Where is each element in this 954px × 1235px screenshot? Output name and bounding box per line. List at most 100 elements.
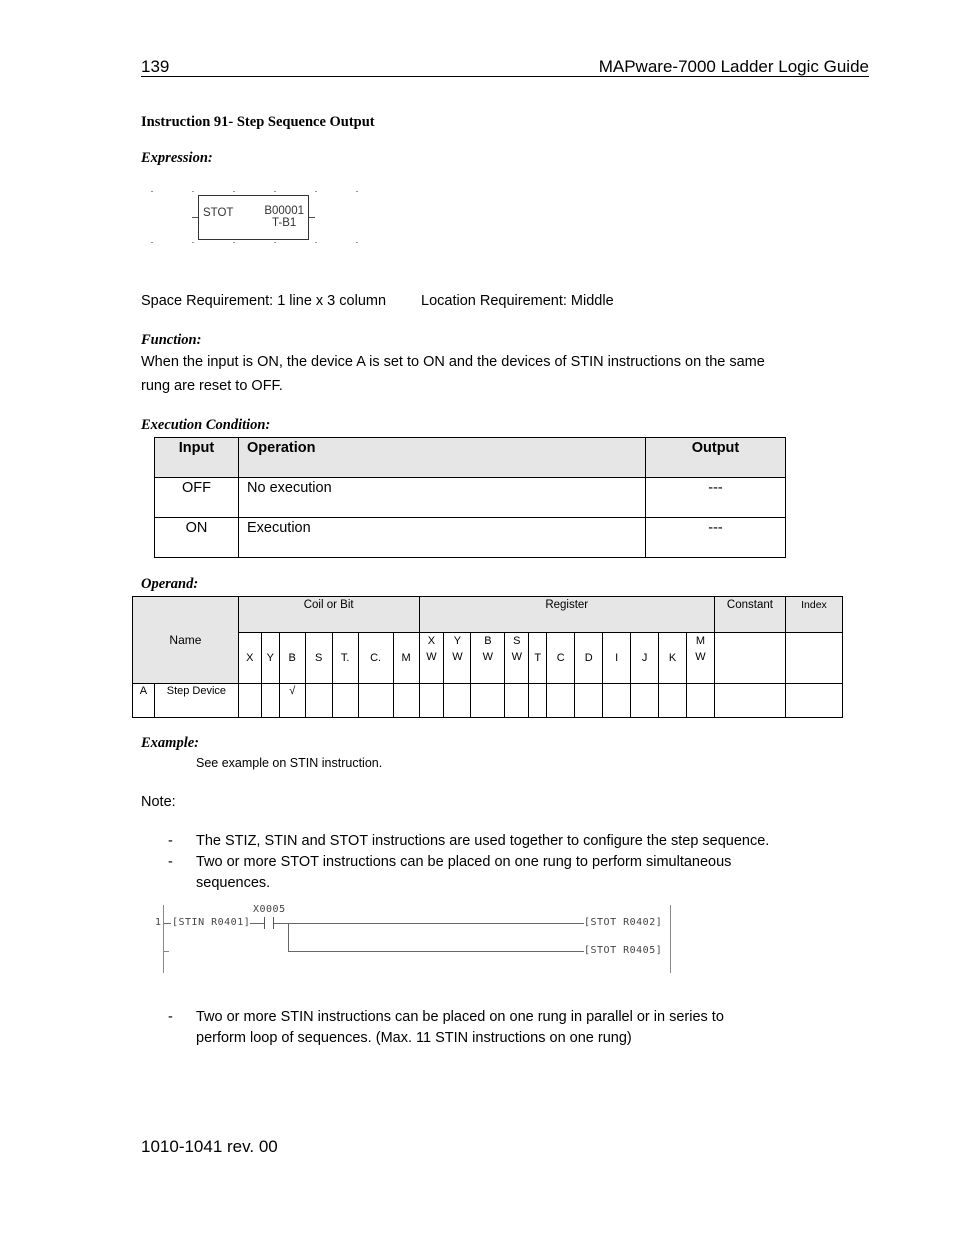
cell-operation: No execution (238, 477, 646, 518)
operand-name: Step Device (153, 683, 239, 718)
col-index (784, 632, 844, 684)
col-reg-c: C (546, 632, 576, 684)
table-row: OFF No execution --- (154, 477, 786, 518)
note-item-2-cont: sequences. (196, 875, 271, 891)
cell-input: OFF (154, 477, 239, 518)
col-j: J (630, 632, 660, 684)
guide-title: MAPware-7000 Ladder Logic Guide (598, 57, 869, 76)
page-number: 139 (141, 57, 170, 76)
header-name: Name (132, 596, 239, 684)
col-reg-t: T (528, 632, 548, 684)
example-label: Example: (141, 735, 199, 751)
cell-xw (418, 683, 445, 718)
header-register: Register (418, 596, 715, 633)
instruction-title: Instruction 91- Step Sequence Output (141, 114, 375, 130)
col-c: C. (357, 632, 394, 684)
bullet-dash: - (168, 854, 173, 870)
cell-t (331, 683, 359, 718)
header-coil-or-bit: Coil or Bit (237, 596, 420, 633)
operand-group-header-row: Name Coil or Bit Register Constant Index (132, 596, 844, 684)
cell-bw (470, 683, 506, 718)
col-xw: XW (418, 632, 445, 684)
note-item-1: The STIZ, STIN and STOT instructions are… (196, 833, 770, 849)
execution-condition-label: Execution Condition: (141, 417, 271, 433)
contact-left-bar (264, 917, 265, 929)
col-s: S (304, 632, 333, 684)
cell-yw (443, 683, 472, 718)
space-requirement: Space Requirement: 1 line x 3 column (141, 293, 387, 309)
left-power-rail (163, 905, 164, 973)
location-requirement: Location Requirement: Middle (421, 293, 614, 309)
operand-table: Name Coil or Bit Register Constant Index… (132, 596, 844, 718)
table-header-row: Input Operation Output (154, 437, 786, 478)
cell-c (357, 683, 394, 718)
cell-s (304, 683, 333, 718)
footer-doc-number: 1010-1041 rev. 00 (141, 1137, 278, 1156)
cell-index (784, 683, 844, 718)
cell-operation: Execution (238, 517, 646, 558)
example-text: See example on STIN instruction. (196, 756, 383, 770)
header-input: Input (154, 437, 239, 478)
operand-label: Operand: (141, 576, 199, 592)
cell-k (658, 683, 688, 718)
cell-reg-t (528, 683, 548, 718)
cell-output: --- (645, 517, 786, 558)
col-m: M (392, 632, 420, 684)
col-k: K (658, 632, 688, 684)
cell-output: --- (645, 477, 786, 518)
operand-id: A (132, 683, 155, 718)
cell-d (574, 683, 604, 718)
header-index: Index (784, 596, 844, 633)
cell-reg-c (546, 683, 576, 718)
cell-i (602, 683, 632, 718)
table-row: A Step Device √ (132, 683, 844, 718)
col-constant (713, 632, 786, 684)
bullet-dash: - (168, 833, 173, 849)
function-text-2: rung are reset to OFF. (141, 378, 283, 394)
stot-block: STOT B00001 T-B1 (198, 195, 309, 240)
col-bw: BW (470, 632, 506, 684)
rung-wire-1 (274, 923, 584, 924)
stot-mnemonic: STOT (203, 207, 234, 219)
stot-output-2: [STOT R0405] (584, 945, 663, 956)
rung-number: 1 (155, 917, 162, 928)
col-x: X (237, 632, 262, 684)
operand-column-header-row: X Y B S T. C. M XW YW BW SW T C D I J K … (133, 632, 844, 684)
header-output: Output (645, 437, 786, 478)
bullet-dash: - (168, 1009, 173, 1025)
function-text-1: When the input is ON, the device A is se… (141, 354, 765, 370)
note-item-3: Two or more STIN instructions can be pla… (196, 1009, 724, 1025)
header-operation: Operation (238, 437, 646, 478)
note-label: Note: (141, 794, 176, 810)
cell-mw (686, 683, 715, 718)
col-yw: YW (443, 632, 472, 684)
note-item-3-cont: perform loop of sequences. (Max. 11 STIN… (196, 1030, 632, 1046)
cell-sw (504, 683, 530, 718)
note-item-2: Two or more STOT instructions can be pla… (196, 854, 732, 870)
output-stub (309, 217, 315, 218)
stot-device: B00001 T-B1 (264, 205, 304, 229)
col-y: Y (260, 632, 280, 684)
stin-instruction: [STIN R0401] (172, 917, 251, 928)
stot-output-1: [STOT R0402] (584, 917, 663, 928)
col-mw: MW (686, 632, 715, 684)
cell-x (237, 683, 262, 718)
rung-wire-2 (288, 951, 584, 952)
cell-m (392, 683, 420, 718)
cell-b: √ (278, 683, 306, 718)
col-sw: SW (504, 632, 530, 684)
execution-condition-table: Input Operation Output OFF No execution … (154, 437, 786, 558)
cell-input: ON (154, 517, 239, 558)
col-b: B (278, 632, 306, 684)
header-constant: Constant (713, 596, 786, 633)
right-power-rail (670, 905, 671, 973)
branch-wire (288, 923, 289, 951)
table-row: ON Execution --- (154, 517, 786, 558)
header-rule (141, 76, 869, 77)
col-d: D (574, 632, 604, 684)
col-i: I (602, 632, 632, 684)
cell-y (260, 683, 280, 718)
cell-j (630, 683, 660, 718)
contact-label: X0005 (253, 904, 286, 915)
cell-constant (713, 683, 786, 718)
